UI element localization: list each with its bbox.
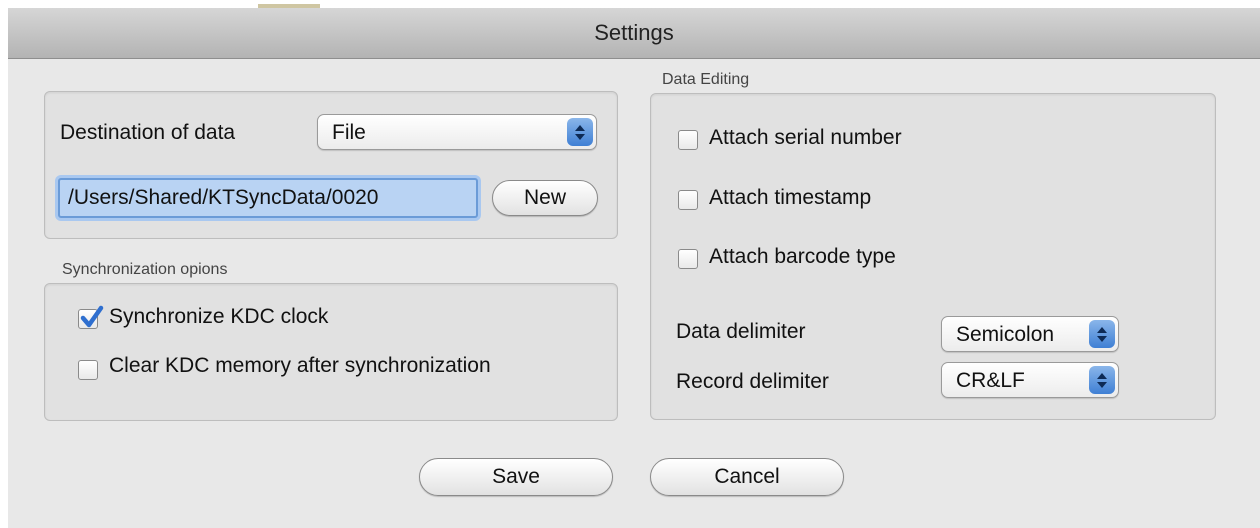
record-delimiter-select[interactable]: CR&LF — [941, 362, 1119, 398]
sync-clock-checkbox[interactable] — [78, 305, 104, 329]
select-arrows-icon — [1089, 366, 1115, 394]
timestamp-label[interactable]: Attach timestamp — [709, 186, 871, 210]
window-title: Settings — [594, 20, 674, 45]
destination-select[interactable]: File — [317, 114, 597, 150]
select-arrows-icon — [1089, 320, 1115, 348]
record-delimiter-value: CR&LF — [956, 369, 1025, 392]
new-button-label: New — [523, 186, 566, 209]
data-delimiter-select[interactable]: Semicolon — [941, 316, 1119, 352]
barcode-type-label[interactable]: Attach barcode type — [709, 245, 896, 269]
save-button-label: Save — [492, 465, 540, 488]
window-titlebar[interactable]: Settings — [8, 8, 1260, 59]
cancel-button[interactable]: Cancel — [650, 458, 844, 496]
sync-clock-label[interactable]: Synchronize KDC clock — [109, 305, 328, 329]
serial-number-checkbox[interactable] — [678, 130, 698, 150]
save-button[interactable]: Save — [419, 458, 613, 496]
sync-group-label: Synchronization opions — [62, 261, 228, 278]
clear-memory-checkbox[interactable] — [78, 360, 98, 380]
settings-window: Settings Destination of data File /Users… — [8, 8, 1260, 528]
destination-select-value: File — [332, 121, 366, 144]
destination-label: Destination of data — [60, 121, 236, 144]
editing-group-label: Data Editing — [662, 71, 750, 88]
serial-number-label[interactable]: Attach serial number — [709, 126, 902, 150]
cancel-button-label: Cancel — [714, 465, 780, 488]
data-delimiter-value: Semicolon — [956, 323, 1055, 346]
select-arrows-icon — [567, 118, 593, 146]
destination-path-value: /Users/Shared/KTSyncData/0020 — [68, 186, 379, 209]
new-button[interactable]: New — [492, 180, 598, 216]
checkmark-icon — [80, 305, 104, 328]
sync-group — [44, 283, 618, 421]
clear-memory-label[interactable]: Clear KDC memory after synchronization — [109, 354, 491, 378]
timestamp-checkbox[interactable] — [678, 190, 698, 210]
destination-path-field[interactable]: /Users/Shared/KTSyncData/0020 — [58, 178, 478, 218]
barcode-type-checkbox[interactable] — [678, 249, 698, 269]
record-delimiter-label: Record delimiter — [676, 370, 829, 393]
background-strip — [0, 0, 1260, 8]
data-delimiter-label: Data delimiter — [676, 320, 806, 343]
